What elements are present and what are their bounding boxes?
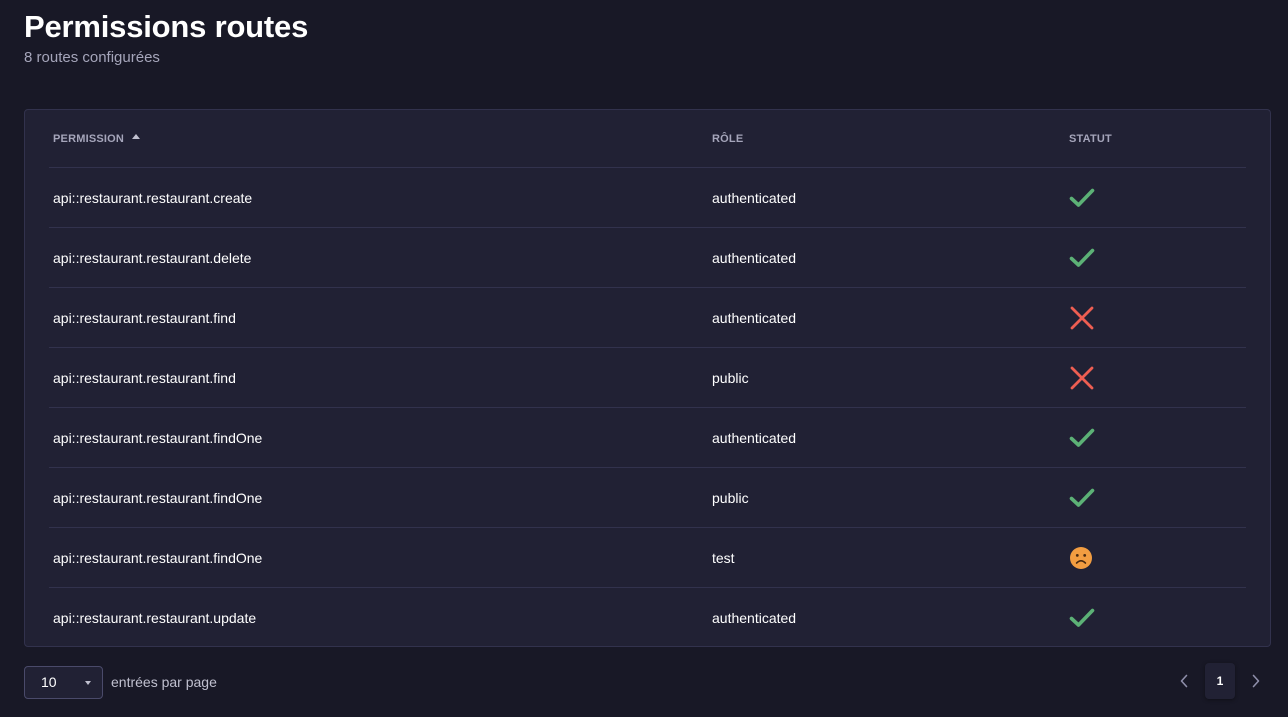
page-subtitle: 8 routes configurées bbox=[24, 49, 160, 66]
next-page-button[interactable] bbox=[1241, 663, 1271, 699]
cross-icon bbox=[1069, 365, 1242, 391]
previous-page-button[interactable] bbox=[1169, 663, 1199, 699]
permissions-table: PERMISSION RÔLE STATUT api::restaurant.r… bbox=[49, 110, 1246, 647]
page-size-value: 10 bbox=[41, 674, 57, 690]
table-row: api::restaurant.restaurant.create authen… bbox=[49, 167, 1246, 228]
permission-cell: api::restaurant.restaurant.delete bbox=[49, 227, 708, 288]
status-cell bbox=[1065, 347, 1246, 408]
column-header-status: STATUT bbox=[1065, 110, 1246, 168]
permission-cell: api::restaurant.restaurant.findOne bbox=[49, 467, 708, 528]
page-number-button[interactable]: 1 bbox=[1205, 663, 1235, 699]
frown-icon bbox=[1069, 546, 1242, 570]
status-cell bbox=[1065, 588, 1246, 648]
status-cell bbox=[1065, 527, 1246, 588]
status-cell bbox=[1065, 227, 1246, 288]
permission-cell: api::restaurant.restaurant.findOne bbox=[49, 527, 708, 588]
chevron-right-icon bbox=[1252, 674, 1260, 688]
status-cell bbox=[1065, 407, 1246, 468]
table-row: api::restaurant.restaurant.find public bbox=[49, 347, 1246, 408]
permission-cell: api::restaurant.restaurant.create bbox=[49, 167, 708, 228]
status-cell bbox=[1065, 287, 1246, 348]
table-header-row: PERMISSION RÔLE STATUT bbox=[49, 110, 1246, 168]
column-header-permission-label: PERMISSION bbox=[53, 132, 125, 145]
table-row: api::restaurant.restaurant.update authen… bbox=[49, 588, 1246, 648]
column-header-role-label: RÔLE bbox=[712, 132, 744, 145]
cross-icon bbox=[1069, 305, 1242, 331]
role-cell: authenticated bbox=[712, 609, 797, 626]
page-size-select[interactable]: 10 bbox=[24, 666, 103, 699]
permission-cell: api::restaurant.restaurant.find bbox=[49, 287, 708, 348]
sort-ascending-icon[interactable] bbox=[132, 134, 141, 140]
table-row: api::restaurant.restaurant.delete authen… bbox=[49, 227, 1246, 288]
check-icon bbox=[1069, 485, 1242, 511]
role-cell: authenticated bbox=[708, 407, 1065, 468]
permission-cell: api::restaurant.restaurant.findOne bbox=[49, 407, 708, 468]
check-icon bbox=[1069, 605, 1242, 631]
table-row: api::restaurant.restaurant.findOne publi… bbox=[49, 467, 1246, 528]
role-cell: public bbox=[708, 347, 1065, 408]
role-cell: authenticated bbox=[708, 167, 1065, 228]
column-header-status-label: STATUT bbox=[1069, 132, 1112, 145]
permissions-table-card: PERMISSION RÔLE STATUT api::restaurant.r… bbox=[24, 109, 1271, 647]
status-cell bbox=[1065, 167, 1246, 228]
table-footer: 10 entrées par page 1 bbox=[24, 663, 1271, 699]
role-cell: authenticated bbox=[708, 227, 1065, 288]
table-row: api::restaurant.restaurant.findOne authe… bbox=[49, 407, 1246, 468]
status-cell bbox=[1065, 467, 1246, 528]
permission-cell: api::restaurant.restaurant.update bbox=[53, 609, 257, 626]
role-cell: public bbox=[708, 467, 1065, 528]
column-header-permission[interactable]: PERMISSION bbox=[49, 110, 708, 168]
page-title: Permissions routes bbox=[24, 9, 309, 44]
page: Permissions routes 8 routes configurées … bbox=[0, 0, 1288, 717]
table-body: api::restaurant.restaurant.create authen… bbox=[49, 167, 1246, 648]
role-cell: test bbox=[708, 527, 1065, 588]
check-icon bbox=[1069, 245, 1242, 271]
per-page-label: entrées par page bbox=[111, 674, 217, 690]
permission-cell: api::restaurant.restaurant.find bbox=[49, 347, 708, 408]
check-icon bbox=[1069, 185, 1242, 211]
page-header: Permissions routes 8 routes configurées bbox=[24, 8, 308, 68]
role-cell: authenticated bbox=[708, 287, 1065, 348]
check-icon bbox=[1069, 425, 1242, 451]
table-row: api::restaurant.restaurant.findOne test bbox=[49, 527, 1246, 588]
table-row: api::restaurant.restaurant.find authenti… bbox=[49, 287, 1246, 348]
caret-down-icon bbox=[85, 681, 91, 685]
chevron-left-icon bbox=[1180, 674, 1188, 688]
column-header-role: RÔLE bbox=[708, 110, 1065, 168]
pagination: 1 bbox=[1169, 663, 1271, 699]
